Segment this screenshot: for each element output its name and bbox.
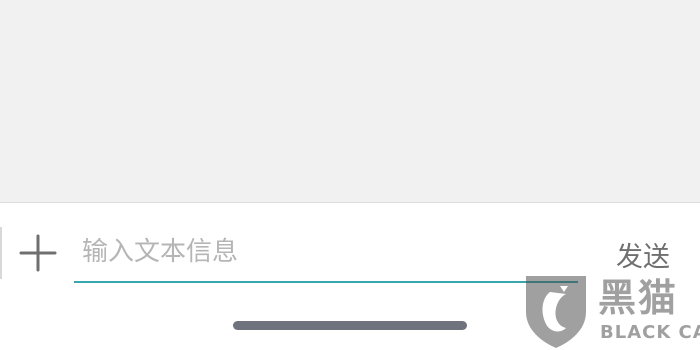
chat-message-area[interactable] [0,0,700,202]
send-button[interactable]: 发送 [598,235,688,273]
message-text-input[interactable] [74,223,578,283]
add-attachment-button[interactable] [18,233,58,273]
composer-left-divider [0,227,2,279]
plus-icon [19,234,57,272]
home-indicator[interactable] [233,321,467,330]
